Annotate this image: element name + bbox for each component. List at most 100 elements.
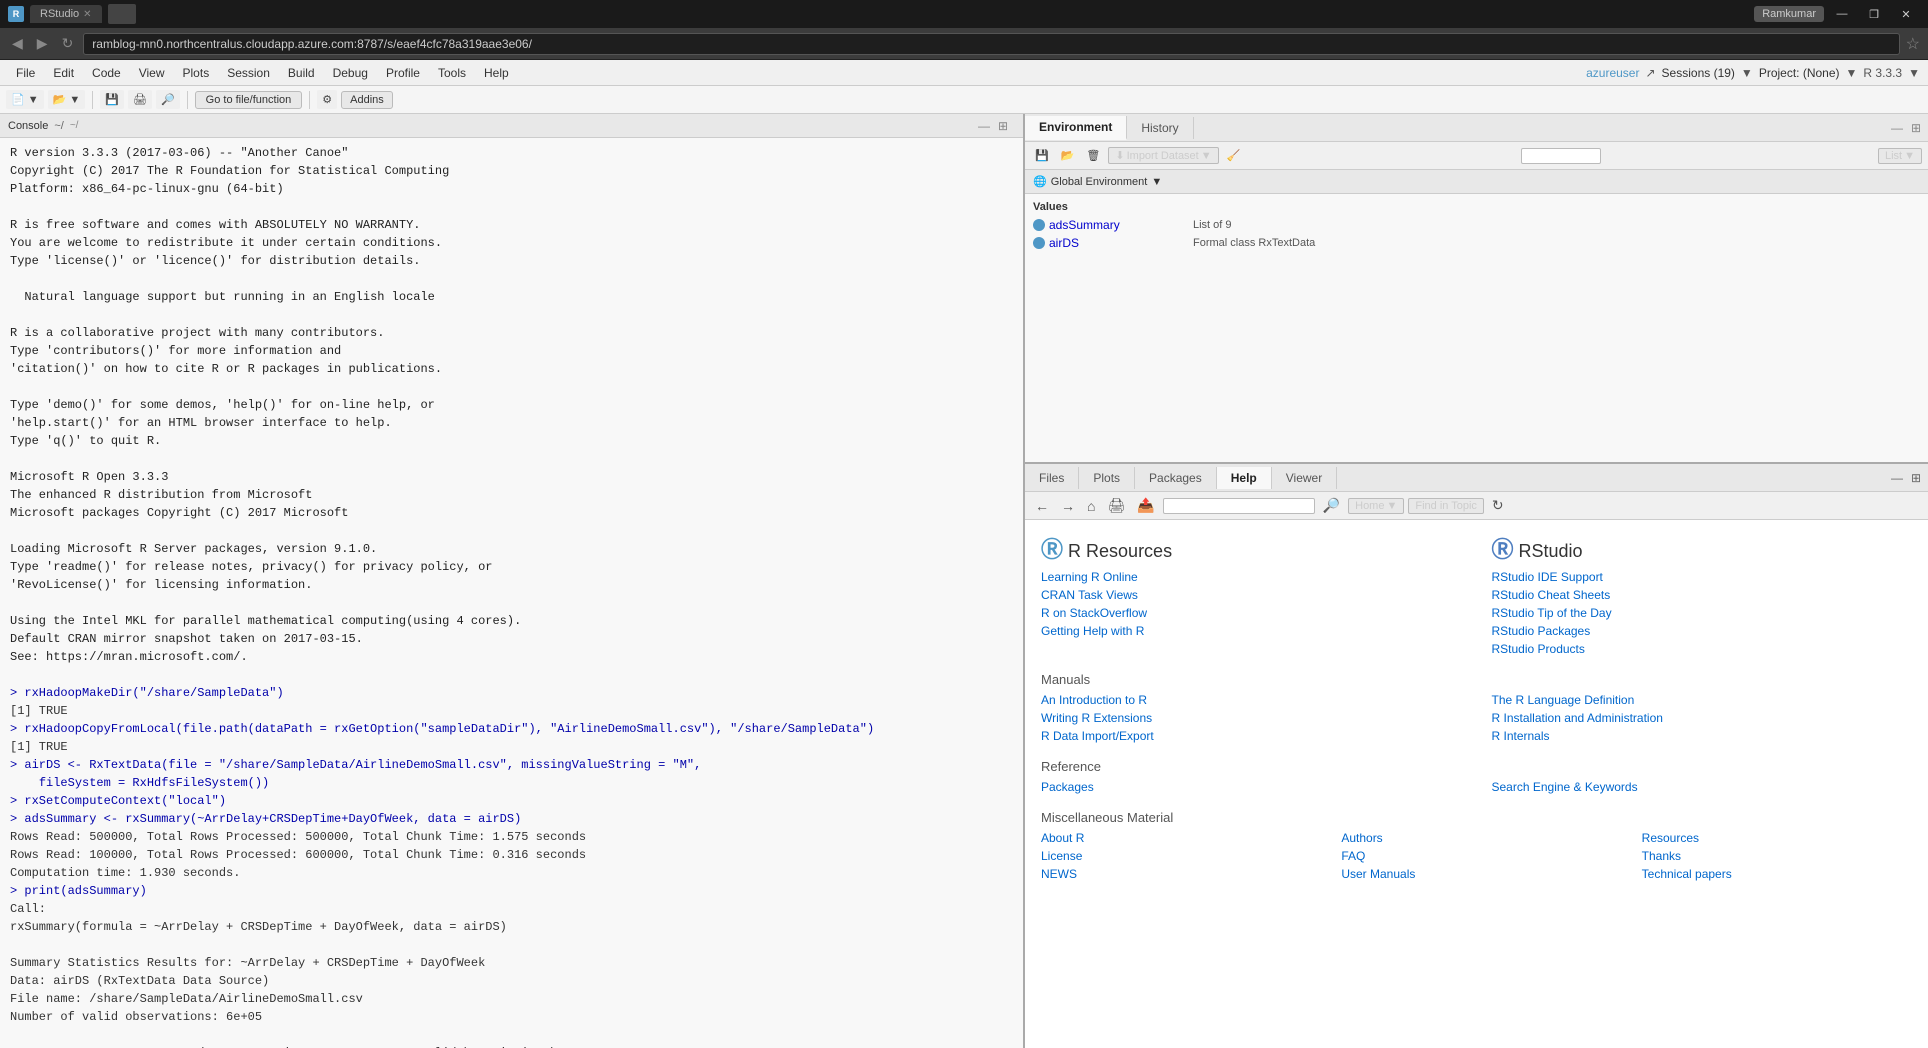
link-tech-papers[interactable]: Technical papers	[1642, 867, 1912, 881]
minimize-btn[interactable]: —	[1828, 4, 1856, 24]
link-rstudio-products[interactable]: RStudio Products	[1492, 642, 1913, 656]
restore-btn[interactable]: ❐	[1860, 4, 1888, 24]
find-in-topic-btn[interactable]: Find in Topic	[1408, 498, 1484, 514]
env-row-adssummary[interactable]: adsSummary List of 9	[1025, 216, 1928, 234]
menu-file[interactable]: File	[8, 63, 43, 83]
env-minimize-icon[interactable]: —	[1888, 120, 1906, 136]
help-forward-btn[interactable]: →	[1057, 497, 1079, 515]
reference-left-col: Packages	[1041, 780, 1462, 798]
link-r-install-admin[interactable]: R Installation and Administration	[1492, 711, 1913, 725]
link-cran-task[interactable]: CRAN Task Views	[1041, 588, 1462, 602]
project-btn[interactable]: Project: (None)	[1759, 66, 1840, 80]
forward-btn[interactable]: ▶	[33, 33, 52, 54]
menu-plots[interactable]: Plots	[175, 63, 218, 83]
menu-build[interactable]: Build	[280, 63, 323, 83]
link-rstudio-tip[interactable]: RStudio Tip of the Day	[1492, 606, 1913, 620]
tab-files[interactable]: Files	[1025, 467, 1079, 489]
env-clear-btn[interactable]: 🗑	[1082, 148, 1104, 163]
help-export-btn[interactable]: 📤	[1133, 496, 1158, 515]
menu-code[interactable]: Code	[84, 63, 129, 83]
print-btn[interactable]: 🖨	[128, 90, 152, 109]
env-broom-btn[interactable]: 🧹	[1223, 148, 1245, 163]
help-print-btn[interactable]: 🖨	[1103, 496, 1129, 515]
tab-viewer[interactable]: Viewer	[1272, 467, 1337, 489]
addins-btn[interactable]: Addins	[341, 91, 393, 109]
link-rstudio-packages[interactable]: RStudio Packages	[1492, 624, 1913, 638]
tab-packages[interactable]: Packages	[1135, 467, 1217, 489]
save-btn[interactable]: 💾	[100, 90, 124, 109]
env-save-btn[interactable]: 💾	[1031, 148, 1053, 163]
refresh-btn[interactable]: ↻	[58, 33, 78, 54]
tab-plots[interactable]: Plots	[1079, 467, 1135, 489]
help-search-input[interactable]	[1163, 498, 1315, 514]
link-r-internals[interactable]: R Internals	[1492, 729, 1913, 743]
back-btn[interactable]: ◀	[8, 33, 27, 54]
menu-help[interactable]: Help	[476, 63, 517, 83]
link-news[interactable]: NEWS	[1041, 867, 1311, 881]
home-label: Home	[1355, 500, 1384, 512]
link-r-lang-def[interactable]: The R Language Definition	[1492, 693, 1913, 707]
menu-edit[interactable]: Edit	[45, 63, 82, 83]
menu-profile[interactable]: Profile	[378, 63, 428, 83]
env-load-btn[interactable]: 📂	[1057, 148, 1079, 163]
env-section-values: Values	[1025, 198, 1928, 216]
console-minimize-icon[interactable]: —	[975, 118, 993, 134]
env-search[interactable]	[1521, 148, 1601, 164]
link-authors[interactable]: Authors	[1341, 831, 1611, 845]
link-getting-help[interactable]: Getting Help with R	[1041, 624, 1462, 638]
help-maximize-icon[interactable]: ⊞	[1908, 470, 1924, 486]
home-dropdown-btn[interactable]: Home ▼	[1348, 498, 1404, 514]
link-search-engine[interactable]: Search Engine & Keywords	[1492, 780, 1913, 794]
url-input[interactable]: ramblog-mn0.northcentralus.cloudapp.azur…	[83, 33, 1899, 55]
version-label: R 3.3.3	[1863, 66, 1902, 80]
env-row-airds[interactable]: airDS Formal class RxTextData	[1025, 234, 1928, 252]
link-rstudio-ide[interactable]: RStudio IDE Support	[1492, 570, 1913, 584]
list-view-btn[interactable]: List ▼	[1878, 148, 1922, 164]
rstudio-logo-icon: Ⓡ	[1492, 537, 1514, 562]
console-panel: Console ~/ ~/ — ⊞ R version 3.3.3 (2017-…	[0, 114, 1025, 1048]
sessions-btn[interactable]: Sessions (19)	[1662, 66, 1735, 80]
env-name-adssummary: adsSummary	[1049, 218, 1189, 232]
chunk-options-btn[interactable]: ⚙	[317, 90, 337, 109]
link-packages[interactable]: Packages	[1041, 780, 1462, 794]
link-rstudio-cheat[interactable]: RStudio Cheat Sheets	[1492, 588, 1913, 602]
search-btn[interactable]: 🔎	[156, 90, 180, 109]
import-dataset-btn[interactable]: ⬇ Import Dataset ▼	[1108, 147, 1218, 164]
console-body[interactable]: R version 3.3.3 (2017-03-06) -- "Another…	[0, 138, 1023, 1048]
manuals-header: Manuals	[1041, 672, 1912, 687]
help-minimize-icon[interactable]: —	[1888, 470, 1906, 486]
menu-tools[interactable]: Tools	[430, 63, 474, 83]
help-home-btn[interactable]: ⌂	[1083, 497, 1099, 515]
link-r-stackoverflow[interactable]: R on StackOverflow	[1041, 606, 1462, 620]
open-file-btn[interactable]: 📂 ▼	[48, 90, 86, 109]
link-learning-r[interactable]: Learning R Online	[1041, 570, 1462, 584]
close-btn[interactable]: ✕	[1892, 4, 1920, 24]
menu-view[interactable]: View	[131, 63, 173, 83]
tab-environment[interactable]: Environment	[1025, 116, 1127, 140]
go-to-file-btn[interactable]: Go to file/function	[195, 91, 303, 109]
menu-debug[interactable]: Debug	[325, 63, 376, 83]
console-maximize-icon[interactable]: ⊞	[995, 118, 1011, 134]
new-file-btn[interactable]: 📄 ▼	[6, 90, 44, 109]
tab-help[interactable]: Help	[1217, 467, 1272, 489]
new-tab-btn[interactable]	[108, 4, 136, 24]
tab-close-icon[interactable]: ✕	[83, 9, 91, 20]
link-user-manuals[interactable]: User Manuals	[1341, 867, 1611, 881]
env-maximize-icon[interactable]: ⊞	[1908, 120, 1924, 136]
link-thanks[interactable]: Thanks	[1642, 849, 1912, 863]
help-search-go-btn[interactable]: 🔎	[1319, 496, 1344, 515]
link-faq[interactable]: FAQ	[1341, 849, 1611, 863]
app-tab[interactable]: RStudio ✕	[30, 5, 102, 23]
link-r-data-import[interactable]: R Data Import/Export	[1041, 729, 1462, 743]
link-resources[interactable]: Resources	[1642, 831, 1912, 845]
help-reference-section: Reference Packages Search Engine & Keywo…	[1041, 759, 1912, 798]
link-writing-r-ext[interactable]: Writing R Extensions	[1041, 711, 1462, 725]
help-refresh-icon[interactable]: ↻	[1488, 496, 1508, 515]
link-about-r[interactable]: About R	[1041, 831, 1311, 845]
link-license[interactable]: License	[1041, 849, 1311, 863]
help-back-btn[interactable]: ←	[1031, 497, 1053, 515]
bookmark-btn[interactable]: ☆	[1906, 34, 1920, 54]
menu-session[interactable]: Session	[219, 63, 278, 83]
link-intro-r[interactable]: An Introduction to R	[1041, 693, 1462, 707]
tab-history[interactable]: History	[1127, 117, 1193, 139]
